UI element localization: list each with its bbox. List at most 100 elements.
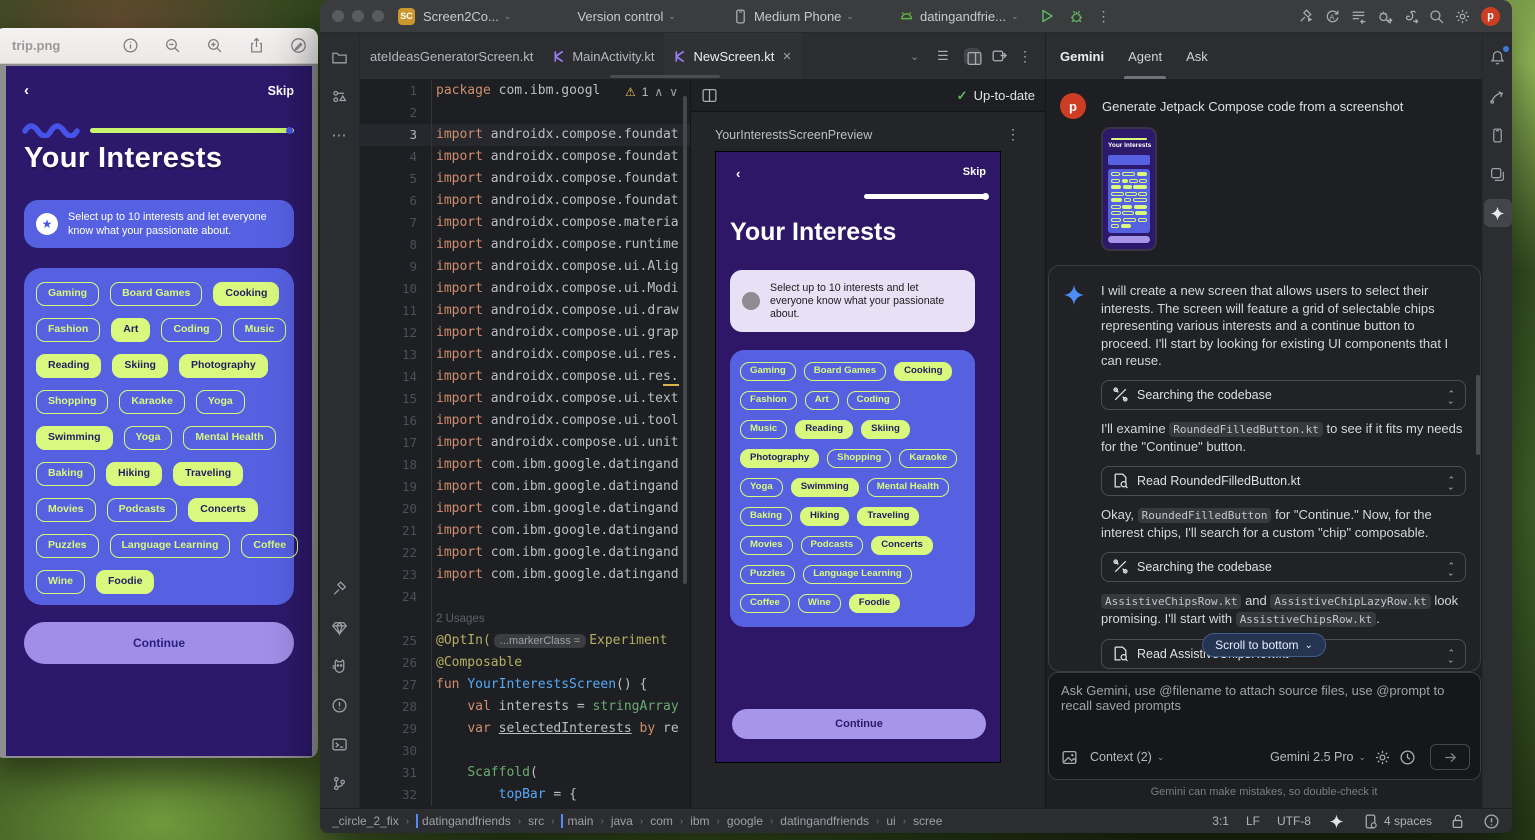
code-line[interactable]: 28 val interests = stringArray [360, 696, 690, 718]
line-number[interactable]: 6 [360, 190, 432, 212]
tab-agent[interactable]: Agent [1128, 33, 1162, 79]
chat-input-box[interactable]: Context (2)⌄ Gemini 2.5 Pro⌄ [1048, 672, 1481, 780]
zoom-window-button[interactable] [372, 10, 384, 22]
line-number[interactable]: 13 [360, 344, 432, 366]
line-number[interactable]: 3 [360, 124, 432, 146]
tab-ask[interactable]: Ask [1186, 33, 1208, 79]
code-line[interactable]: 6import androidx.compose.foundat [360, 190, 690, 212]
line-number[interactable]: 9 [360, 256, 432, 278]
search-icon[interactable] [1428, 8, 1445, 25]
line-number[interactable]: 1 [360, 80, 432, 102]
line-number[interactable]: 23 [360, 564, 432, 586]
code-line[interactable]: 31 Scaffold( [360, 762, 690, 784]
code-line[interactable]: 3import androidx.compose.foundat [360, 124, 690, 146]
zoom-in-icon[interactable] [206, 37, 224, 55]
line-number[interactable]: 16 [360, 410, 432, 432]
breadcrumb-item[interactable]: main [561, 814, 593, 828]
folder-icon[interactable] [326, 43, 354, 71]
line-number[interactable]: 5 [360, 168, 432, 190]
tool-call-row[interactable]: Searching the codebase⌃⌃ [1101, 380, 1466, 410]
line-number[interactable]: 26 [360, 652, 432, 674]
attached-screenshot-thumbnail[interactable]: Your Interests [1101, 127, 1157, 251]
kebab-icon[interactable]: ⋮ [1018, 48, 1035, 65]
caret-position[interactable]: 3:1 [1212, 814, 1229, 828]
inspection-widget[interactable]: ⚠1 ∧ ∨ [623, 82, 680, 102]
breadcrumb-item[interactable]: ibm [690, 814, 709, 828]
tab-newscreen-kt[interactable]: NewScreen.kt✕ [664, 33, 801, 79]
device-selector[interactable]: Medium Phone⌄ [732, 8, 854, 25]
code-line[interactable]: 20import com.ibm.google.datingand [360, 498, 690, 520]
line-number[interactable]: 28 [360, 696, 432, 718]
markup-icon[interactable] [290, 37, 308, 55]
breadcrumb-item[interactable]: datingandfriends [416, 814, 511, 828]
usages-hint[interactable]: 2 Usages [436, 613, 485, 625]
code-line[interactable]: 22import com.ibm.google.datingand [360, 542, 690, 564]
resource-manager-icon[interactable] [326, 82, 354, 110]
code-line[interactable]: 4import androidx.compose.foundat [360, 146, 690, 168]
code-line[interactable]: 27fun YourInterestsScreen() { [360, 674, 690, 696]
settings-icon[interactable] [1454, 8, 1471, 25]
model-selector[interactable]: Gemini 2.5 Pro⌄ [1270, 750, 1366, 764]
gemini-sparkle-icon[interactable] [1484, 199, 1512, 227]
code-line[interactable]: 5import androidx.compose.foundat [360, 168, 690, 190]
history-icon[interactable] [1350, 8, 1367, 25]
code-line[interactable]: 24 [360, 586, 690, 608]
profiler-icon[interactable] [1376, 8, 1393, 25]
code-line[interactable]: 2 Usages [360, 608, 690, 630]
git-icon[interactable] [326, 769, 354, 797]
breadcrumb-item[interactable]: google [727, 814, 763, 828]
chevron-down-icon[interactable]: ⌄ [910, 48, 927, 65]
line-number[interactable]: 14 [360, 366, 432, 388]
minimize-window-button[interactable] [352, 10, 364, 22]
tool-call-row[interactable]: Read RoundedFilledButton.kt⌃⌃ [1101, 466, 1466, 496]
line-number[interactable]: 15 [360, 388, 432, 410]
line-number[interactable]: 32 [360, 784, 432, 806]
line-number[interactable]: 27 [360, 674, 432, 696]
build-run-icon[interactable] [1298, 8, 1315, 25]
preview-kebab-icon[interactable]: ⋮ [1006, 126, 1021, 143]
line-number[interactable]: 8 [360, 234, 432, 256]
line-number[interactable]: 10 [360, 278, 432, 300]
split-editor-icon[interactable] [964, 48, 981, 65]
structure-lines-icon[interactable]: ☰ [937, 48, 954, 65]
tool-call-row[interactable]: Searching the codebase⌃⌃ [1101, 552, 1466, 582]
chat-input[interactable] [1061, 683, 1468, 731]
line-number[interactable]: 2 [360, 102, 432, 124]
split-view-icon[interactable] [701, 87, 718, 104]
line-number[interactable]: 24 [360, 586, 432, 608]
tab-mainactivity-kt[interactable]: MainActivity.kt [543, 33, 664, 79]
line-number[interactable]: 21 [360, 520, 432, 542]
gemini-status-icon[interactable] [1328, 813, 1345, 830]
traffic-lights[interactable] [332, 10, 384, 22]
breadcrumb-item[interactable]: ui [886, 814, 895, 828]
line-number[interactable]: 12 [360, 322, 432, 344]
code-line[interactable]: 32 topBar = { [360, 784, 690, 806]
code-line[interactable]: 19import com.ibm.google.datingand [360, 476, 690, 498]
vcs-widget[interactable]: Version control⌄ [577, 9, 676, 24]
share-icon[interactable] [248, 37, 266, 55]
close-window-button[interactable] [332, 10, 344, 22]
chat-scrollbar[interactable] [1476, 375, 1480, 455]
code-line[interactable]: 17import androidx.compose.ui.unit [360, 432, 690, 454]
terminal-icon[interactable] [326, 730, 354, 758]
problems-icon[interactable] [326, 691, 354, 719]
build-hammer-icon[interactable] [326, 574, 354, 602]
line-number[interactable]: 7 [360, 212, 432, 234]
code-line[interactable]: 26@Composable [360, 652, 690, 674]
line-number[interactable]: 4 [360, 146, 432, 168]
code-line[interactable]: 30 [360, 740, 690, 762]
logcat-icon[interactable] [326, 652, 354, 680]
line-number[interactable]: 18 [360, 454, 432, 476]
code-line[interactable]: 18import com.ibm.google.datingand [360, 454, 690, 476]
code-line[interactable]: 21import com.ibm.google.datingand [360, 520, 690, 542]
code-line[interactable]: 2 [360, 102, 690, 124]
code-line[interactable]: 14import androidx.compose.ui.res. [360, 366, 690, 388]
tab-ateideasgeneratorscreen-kt[interactable]: ateIdeasGeneratorScreen.kt [360, 33, 543, 79]
code-line[interactable]: 11import androidx.compose.ui.draw [360, 300, 690, 322]
unfold-icon[interactable]: ⌃⌃ [1447, 558, 1455, 575]
line-number[interactable]: 29 [360, 718, 432, 740]
kebab-icon[interactable]: ⋮ [1097, 8, 1114, 25]
notifications-status-icon[interactable] [1483, 813, 1500, 830]
context-selector[interactable]: Context (2)⌄ [1090, 750, 1164, 764]
line-number[interactable]: 20 [360, 498, 432, 520]
